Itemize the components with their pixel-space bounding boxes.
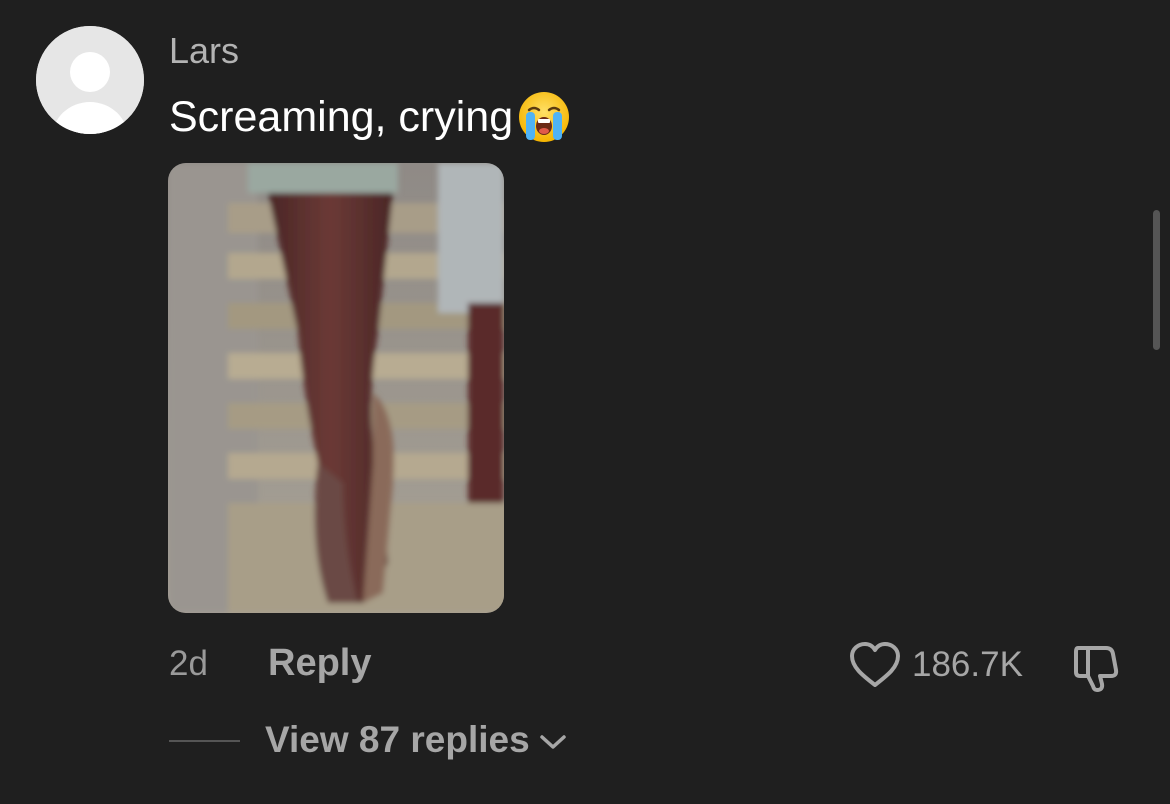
- reply-button[interactable]: Reply: [268, 642, 371, 684]
- scrollbar[interactable]: [1153, 210, 1160, 350]
- comment-attachment-image[interactable]: [168, 163, 504, 613]
- comment-item: Lars Screaming, crying 2d Reply 186.7K V…: [0, 0, 1170, 804]
- thumbs-down-icon[interactable]: [1070, 640, 1124, 692]
- default-user-avatar-icon: [36, 26, 144, 134]
- chevron-down-icon: [539, 735, 566, 749]
- like-count: 186.7K: [912, 645, 1023, 684]
- view-replies-button[interactable]: View 87 replies: [265, 718, 568, 762]
- view-replies-label: View 87 replies: [265, 719, 530, 760]
- comment-username[interactable]: Lars: [169, 31, 239, 71]
- loudly-crying-face-icon: [517, 90, 571, 144]
- replies-divider: [169, 740, 240, 742]
- like-button[interactable]: 186.7K: [848, 640, 1023, 690]
- comment-text: Screaming, crying: [169, 93, 514, 141]
- comment-timestamp: 2d: [169, 644, 208, 683]
- avatar[interactable]: [36, 26, 144, 134]
- comment-body: Screaming, crying: [169, 90, 571, 144]
- heart-icon: [850, 642, 900, 687]
